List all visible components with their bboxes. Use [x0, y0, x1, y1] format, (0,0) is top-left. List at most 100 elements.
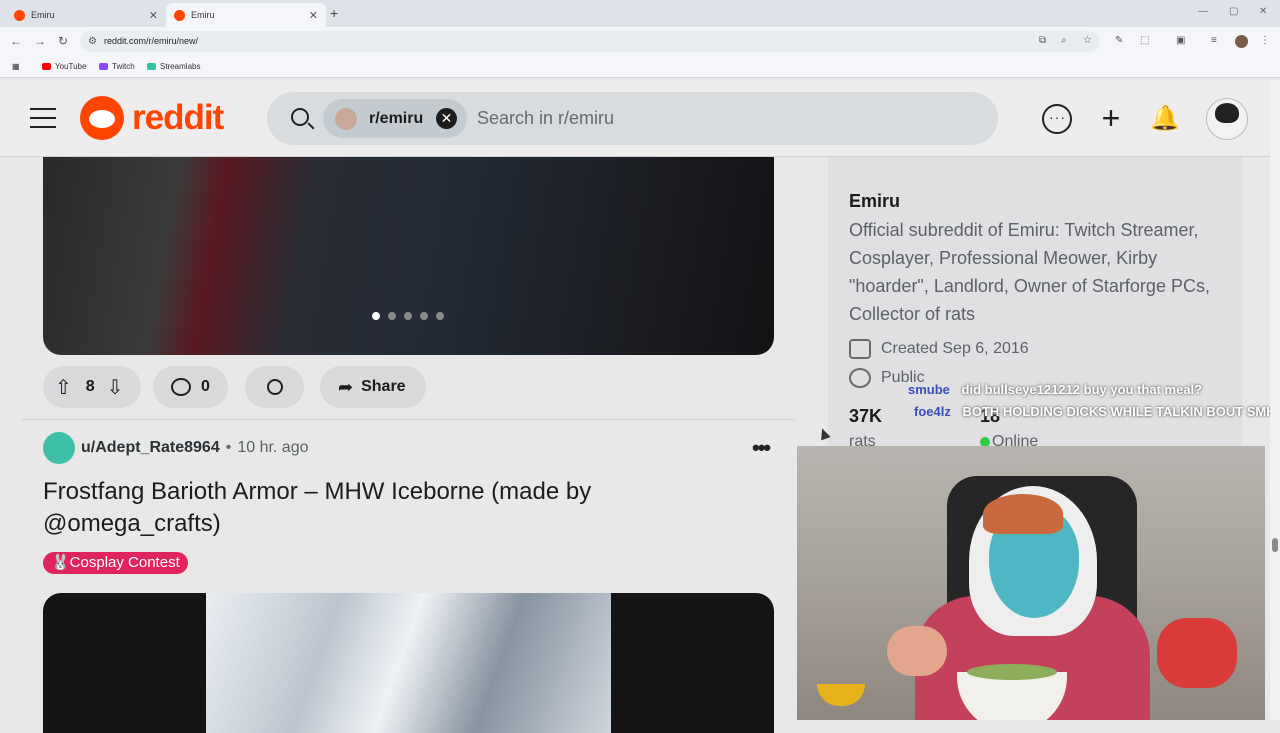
chip-label: r/emiru: [369, 109, 424, 127]
reddit-header: reddit r/emiru ✕ Search in r/emiru + 🔔: [0, 80, 1270, 157]
streamer-hair: [983, 494, 1063, 534]
back-icon[interactable]: ←: [10, 34, 22, 48]
page-scrollbar[interactable]: [1270, 80, 1280, 720]
pillow: [1157, 618, 1237, 688]
streamer-hand: [887, 626, 947, 676]
user-avatar[interactable]: [1206, 98, 1248, 140]
post-time: 10 hr. ago: [237, 439, 309, 456]
site-settings-icon[interactable]: ⚙: [88, 31, 97, 52]
comment-icon: [171, 378, 191, 396]
youtube-icon: [42, 63, 51, 70]
browser-tab-active[interactable]: Emiru ✕: [166, 3, 326, 27]
chat-text: did bullseye121212 buy you that meal?: [961, 382, 1203, 397]
browser-tab-bar: Emiru ✕ Emiru ✕ + — ▢ ✕: [0, 0, 1280, 27]
twitch-icon: [99, 63, 108, 70]
post-meta: u/Adept_Rate8964 • 10 hr. ago: [43, 432, 309, 464]
reddit-logo-icon[interactable]: [80, 96, 124, 140]
profile-avatar[interactable]: [1235, 35, 1248, 48]
award-button[interactable]: [245, 366, 304, 408]
globe-icon: [849, 368, 871, 388]
post-media-carousel[interactable]: [43, 157, 774, 355]
vote-control: ⇧ 8 ⇩: [43, 366, 141, 408]
bookmarks-bar: ▦ YouTube Twitch Streamlabs: [0, 56, 1280, 78]
bookmark-streamlabs[interactable]: Streamlabs: [147, 62, 200, 71]
hamburger-menu-icon[interactable]: [30, 108, 56, 128]
member-count: 37K: [849, 406, 883, 426]
upvote-icon[interactable]: ⇧: [55, 375, 72, 400]
scrollbar-thumb[interactable]: [1272, 538, 1278, 552]
extensions-puzzle-icon[interactable]: ⬚: [1140, 35, 1149, 46]
search-input[interactable]: Search in r/emiru: [477, 108, 614, 129]
clear-chip-icon[interactable]: ✕: [436, 108, 457, 129]
award-icon: [266, 379, 283, 395]
bell-icon[interactable]: 🔔: [1150, 104, 1180, 134]
cake-icon: [849, 339, 871, 359]
carousel-dot[interactable]: [372, 312, 380, 320]
url-field[interactable]: ⚙ reddit.com/r/emiru/new/: [80, 31, 1100, 52]
carousel-dot[interactable]: [404, 312, 412, 320]
window-close-icon[interactable]: ✕: [1259, 6, 1267, 17]
bookmark-star-icon[interactable]: ☆: [1083, 35, 1092, 46]
bookmark-youtube[interactable]: YouTube: [42, 62, 86, 71]
extension-icon[interactable]: ✎: [1115, 35, 1123, 46]
reddit-favicon-icon: [14, 9, 25, 21]
search-bar[interactable]: r/emiru ✕ Search in r/emiru: [267, 92, 998, 145]
yellow-cup: [817, 684, 865, 706]
meta-separator: •: [225, 439, 232, 456]
share-button[interactable]: ➦ Share: [320, 366, 426, 408]
browser-tab[interactable]: Emiru ✕: [6, 3, 166, 27]
carousel-dot[interactable]: [420, 312, 428, 320]
chat-message: foe4lz BOTH HOLDING DICKS WHILE TALKIN B…: [914, 404, 1276, 419]
created-row: Created Sep 6, 2016: [849, 339, 1029, 359]
carousel-dot[interactable]: [436, 312, 444, 320]
comments-button[interactable]: 0: [153, 366, 228, 408]
community-description: Official subreddit of Emiru: Twitch Stre…: [849, 220, 1210, 324]
chat-message: smube did bullseye121212 buy you that me…: [908, 382, 1202, 397]
streamlabs-icon: [147, 63, 156, 70]
carousel-dots: [372, 312, 452, 320]
post-overflow-menu-icon[interactable]: •••: [752, 435, 771, 461]
subreddit-avatar: [335, 107, 357, 130]
tab-close-icon[interactable]: ✕: [309, 9, 318, 22]
bookmark-twitch[interactable]: Twitch: [99, 62, 135, 71]
downvote-icon[interactable]: ⇩: [107, 375, 124, 400]
sidepanel-icon[interactable]: ▣: [1176, 35, 1185, 46]
zoom-icon[interactable]: ⌕: [1061, 35, 1067, 46]
forward-icon[interactable]: →: [34, 34, 46, 48]
chat-text: BOTH HOLDING DICKS WHILE TALKIN BOUT SMH: [962, 404, 1276, 419]
tab-close-icon[interactable]: ✕: [149, 9, 158, 22]
post-title[interactable]: Frostfang Barioth Armor – MHW Iceborne (…: [43, 476, 763, 540]
minimize-icon[interactable]: —: [1198, 6, 1208, 17]
address-toolbar: ← → ↻ ⚙ reddit.com/r/emiru/new/ ⧉ ⌕ ☆ ✎ …: [0, 27, 1280, 56]
post-media[interactable]: [43, 593, 774, 733]
share-icon: ➦: [338, 376, 354, 397]
community-name: Emiru: [849, 191, 901, 211]
tab-title: Emiru: [191, 10, 215, 20]
chat-icon[interactable]: [1042, 104, 1072, 134]
subreddit-search-chip[interactable]: r/emiru ✕: [323, 99, 467, 138]
apps-grid-icon[interactable]: ▦: [12, 62, 20, 71]
post-image: [206, 593, 611, 733]
author-avatar[interactable]: [43, 432, 75, 464]
carousel-dot[interactable]: [388, 312, 396, 320]
media-icon[interactable]: ≡: [1211, 35, 1217, 46]
post-divider: [22, 419, 795, 420]
url-text: reddit.com/r/emiru/new/: [104, 36, 199, 46]
post-author[interactable]: u/Adept_Rate8964: [81, 439, 220, 457]
browser-menu-icon[interactable]: ⋮: [1260, 35, 1270, 46]
tab-title: Emiru: [31, 10, 55, 20]
post-flair[interactable]: 🐰Cosplay Contest: [43, 552, 188, 574]
create-post-icon[interactable]: +: [1096, 102, 1126, 134]
reddit-wordmark[interactable]: reddit: [132, 98, 224, 138]
reload-icon[interactable]: ↻: [58, 34, 68, 48]
vote-count: 8: [85, 378, 95, 395]
new-tab-button[interactable]: +: [330, 5, 338, 21]
maximize-icon[interactable]: ▢: [1229, 6, 1238, 17]
share-label: Share: [361, 378, 406, 395]
chat-username: smube: [908, 382, 950, 397]
webcam-overlay: [797, 446, 1265, 720]
stream-chat-overlay: smube did bullseye121212 buy you that me…: [908, 362, 1276, 440]
reddit-favicon-icon: [174, 9, 185, 21]
install-icon[interactable]: ⧉: [1039, 35, 1046, 46]
chat-username: foe4lz: [914, 404, 951, 419]
